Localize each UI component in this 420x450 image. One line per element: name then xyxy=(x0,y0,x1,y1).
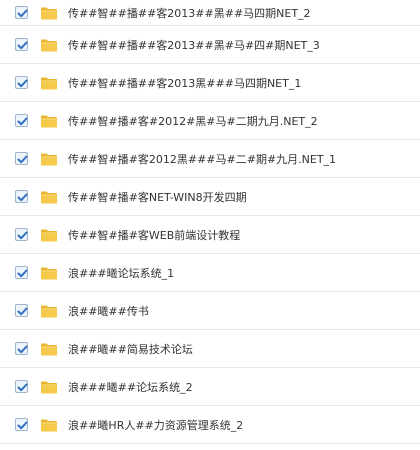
file-name[interactable]: 浪##曦##简易技术论坛 xyxy=(68,341,193,357)
file-row[interactable]: 浪##曦HR人##力资源管理系统_2 xyxy=(0,406,420,444)
file-row[interactable]: 浪##曦##简易技术论坛 xyxy=(0,330,420,368)
folder-icon xyxy=(40,76,58,90)
row-checkbox[interactable] xyxy=(15,228,28,241)
file-list: 传##智##播##客2013##黑##马四期NET_2 传##智##播##客201… xyxy=(0,0,420,450)
file-row[interactable]: 浪###曦论坛系统_1 xyxy=(0,254,420,292)
file-name[interactable]: 传##智##播##客2013##黑##马四期NET_2 xyxy=(68,5,311,21)
row-checkbox[interactable] xyxy=(15,342,28,355)
row-checkbox[interactable] xyxy=(15,190,28,203)
folder-icon xyxy=(40,114,58,128)
row-checkbox[interactable] xyxy=(15,76,28,89)
file-row[interactable]: 传##智##播##客2013黑###马四期NET_1 xyxy=(0,64,420,102)
file-row[interactable]: 浪##曦##传书 xyxy=(0,292,420,330)
file-name[interactable]: 浪##曦HR人##力资源管理系统_2 xyxy=(68,417,243,433)
folder-icon xyxy=(40,304,58,318)
row-checkbox[interactable] xyxy=(15,6,28,19)
file-row[interactable]: 传##智##播##客2013##黑#马#四#期NET_3 xyxy=(0,26,420,64)
folder-icon xyxy=(40,342,58,356)
file-row[interactable]: 浪###曦##论坛系统_2 xyxy=(0,368,420,406)
file-row[interactable]: 传##智#播#客2012黑###马#二#期#九月.NET_1 xyxy=(0,140,420,178)
file-name[interactable]: 传##智#播#客NET-WIN8开发四期 xyxy=(68,189,247,205)
file-row[interactable]: 传##智#播#客WEB前端设计教程 xyxy=(0,216,420,254)
row-checkbox[interactable] xyxy=(15,38,28,51)
row-checkbox[interactable] xyxy=(15,380,28,393)
file-row[interactable]: 传##智#播#客NET-WIN8开发四期 xyxy=(0,178,420,216)
row-checkbox[interactable] xyxy=(15,114,28,127)
file-name[interactable]: 传##智##播##客2013##黑#马#四#期NET_3 xyxy=(68,37,320,53)
folder-icon xyxy=(40,190,58,204)
folder-icon xyxy=(40,380,58,394)
file-name[interactable]: 传##智##播##客2013黑###马四期NET_1 xyxy=(68,75,301,91)
folder-icon xyxy=(40,418,58,432)
folder-icon xyxy=(40,228,58,242)
file-row[interactable]: 传##智##播##客2013##黑##马四期NET_2 xyxy=(0,0,420,26)
file-row[interactable]: 传##智#播#客#2012#黑#马#二期九月.NET_2 xyxy=(0,102,420,140)
folder-icon xyxy=(40,6,58,20)
folder-icon xyxy=(40,152,58,166)
folder-icon xyxy=(40,38,58,52)
row-checkbox[interactable] xyxy=(15,304,28,317)
file-name[interactable]: 浪###曦论坛系统_1 xyxy=(68,265,174,281)
row-checkbox[interactable] xyxy=(15,152,28,165)
row-checkbox[interactable] xyxy=(15,266,28,279)
file-name[interactable]: 浪##曦##传书 xyxy=(68,303,149,319)
file-name[interactable]: 传##智#播#客2012黑###马#二#期#九月.NET_1 xyxy=(68,151,336,167)
row-checkbox[interactable] xyxy=(15,418,28,431)
file-name[interactable]: 传##智#播#客WEB前端设计教程 xyxy=(68,227,240,243)
file-name[interactable]: 传##智#播#客#2012#黑#马#二期九月.NET_2 xyxy=(68,113,318,129)
file-name[interactable]: 浪###曦##论坛系统_2 xyxy=(68,379,193,395)
folder-icon xyxy=(40,266,58,280)
